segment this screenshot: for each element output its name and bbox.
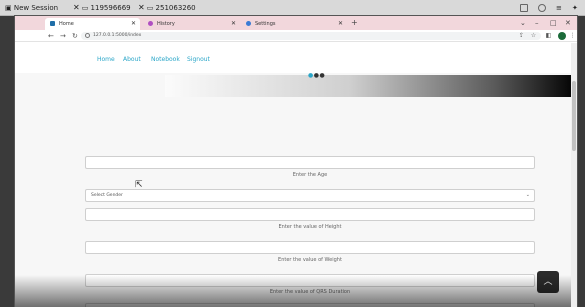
scroll-to-top-button[interactable]: ︿: [537, 271, 559, 293]
close-window-button[interactable]: ✕: [565, 18, 571, 28]
home-favicon-icon: [50, 21, 55, 26]
session-bar: ▣ New Session ✕ ▭ 119596669 ✕ ▭ 251063260 …: [0, 0, 585, 16]
history-favicon-icon: [148, 21, 153, 26]
star-icon[interactable]: ☆: [530, 32, 537, 39]
nav-about-link[interactable]: About: [123, 56, 141, 63]
forward-arrow-icon[interactable]: →: [60, 30, 66, 42]
weight-hint: Enter the value of Weight: [278, 257, 342, 263]
avatar[interactable]: [558, 32, 566, 40]
chevron-up-icon: ︿: [543, 277, 553, 287]
chevron-down-icon[interactable]: ⌄: [520, 18, 526, 28]
session-app-icon: ▣: [5, 4, 14, 12]
close-tab-icon[interactable]: ✕: [338, 18, 343, 30]
page-content: Home About Notebook Signout ●●● Enter th…: [15, 43, 577, 307]
tab-strip: Home ✕ History ✕ Settings ✕ + ⌄ – □ ✕: [15, 16, 577, 30]
monitor-icon: ▭: [146, 4, 156, 12]
minimize-button[interactable]: –: [535, 18, 539, 28]
back-arrow-icon[interactable]: ←: [48, 30, 54, 42]
pin-icon[interactable]: ✦: [569, 1, 581, 15]
next-input[interactable]: [85, 303, 535, 307]
weight-input[interactable]: [85, 241, 535, 254]
monitor-icon: ▭: [81, 4, 91, 12]
age-input[interactable]: [85, 156, 535, 169]
site-navbar: Home About Notebook Signout: [15, 43, 577, 73]
close-icon[interactable]: ✕: [73, 3, 80, 12]
new-tab-button[interactable]: +: [351, 18, 358, 28]
qrs-duration-input[interactable]: [85, 274, 535, 287]
site-info-icon[interactable]: [85, 33, 90, 38]
gender-select[interactable]: Select Gender ⌄: [85, 189, 535, 202]
reload-icon[interactable]: ↻: [72, 30, 78, 42]
url-field[interactable]: 127.0.0.1:5000/index: [81, 32, 541, 40]
mouse-cursor-icon: ⇱: [135, 180, 143, 190]
banner-image: [165, 75, 577, 97]
settings-icon[interactable]: ≡: [553, 1, 565, 15]
window-icon[interactable]: [520, 4, 528, 12]
page-scrollbar-thumb[interactable]: [572, 81, 576, 151]
session-tab-1[interactable]: ✕ ▭ 119596669: [70, 1, 134, 15]
kebab-menu-icon[interactable]: ⋮: [569, 32, 576, 39]
session-tab-2[interactable]: ✕ ▭ 251063260: [135, 1, 199, 15]
sidebar-icon[interactable]: ◧: [545, 32, 552, 39]
gear-icon: [246, 21, 251, 26]
address-bar: ← → ↻ 127.0.0.1:5000/index ⇪ ☆ ◧ ⋮: [15, 30, 577, 42]
tab-home[interactable]: Home ✕: [45, 18, 140, 30]
qrs-duration-hint: Enter the value of QRS Duration: [269, 289, 351, 295]
nav-home-link[interactable]: Home: [97, 56, 115, 63]
close-tab-icon[interactable]: ✕: [131, 18, 136, 30]
height-input[interactable]: [85, 208, 535, 221]
close-tab-icon[interactable]: ✕: [231, 18, 236, 30]
share-icon[interactable]: ⇪: [518, 32, 525, 39]
session-title: New Session: [13, 4, 59, 12]
height-hint: Enter the value of Height: [278, 224, 342, 230]
carousel-indicators[interactable]: ●●●: [308, 72, 325, 79]
nav-notebook-link[interactable]: Notebook: [151, 56, 180, 63]
tab-history[interactable]: History ✕: [143, 18, 240, 30]
chevron-down-icon: ⌄: [525, 192, 530, 198]
screen-icon[interactable]: [538, 4, 546, 12]
tab-settings[interactable]: Settings ✕: [241, 18, 347, 30]
close-icon[interactable]: ✕: [138, 3, 145, 12]
age-hint: Enter the Age: [292, 172, 328, 178]
browser-window: Home ✕ History ✕ Settings ✕ + ⌄ – □ ✕ ← …: [15, 16, 577, 307]
nav-signout-link[interactable]: Signout: [187, 56, 210, 63]
maximize-button[interactable]: □: [550, 18, 557, 28]
session-title-tab[interactable]: ▣ New Session: [2, 1, 61, 15]
